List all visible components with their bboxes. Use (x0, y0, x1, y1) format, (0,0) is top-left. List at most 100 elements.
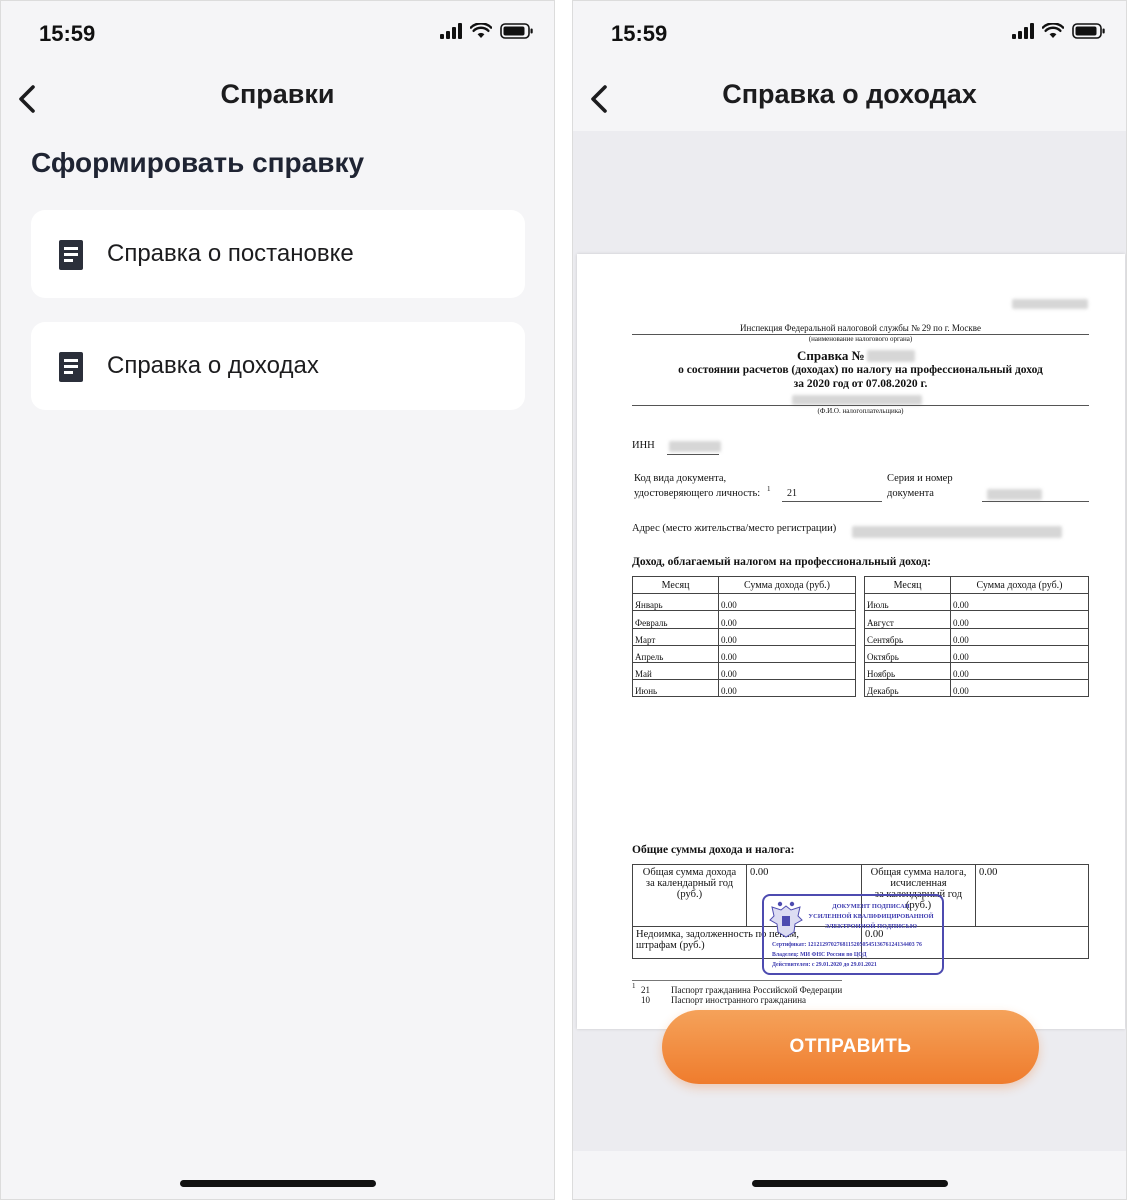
address-label: Адрес (место жительства/место регистраци… (632, 523, 837, 534)
total-income-label: за календарный год (645, 878, 734, 889)
month-cell: Декабрь (864, 679, 951, 698)
series-label: документа (887, 488, 934, 499)
income-certificate-screen: 15:59 Справка о доходах Инспекция Федера… (572, 0, 1127, 1200)
month-cell: Ноябрь (864, 661, 951, 681)
digital-signature-stamp: ДОКУМЕНТ ПОДПИСАН УСИЛЕННОЙ КВАЛИФИЦИРОВ… (762, 894, 944, 975)
value-cell: 0.00 (950, 593, 1089, 612)
total-tax-label: исчисленная (890, 878, 947, 889)
coat-of-arms-icon (769, 901, 803, 938)
list-item-registration-certificate[interactable]: Справка о постановке (31, 210, 525, 298)
document-icon (59, 352, 83, 382)
separator-line (632, 405, 1089, 406)
wifi-icon (1042, 23, 1064, 38)
stamp-validity: Действителен: с 29.01.2020 до 29.01.2021 (772, 962, 877, 968)
month-cell: Январь (632, 593, 719, 612)
stamp-title: ДОКУМЕНТ ПОДПИСАН (832, 903, 910, 910)
page-title: Справки (220, 79, 335, 109)
month-cell: Февраль (632, 610, 719, 629)
stamp-certificate: Сертификат: 1212129702768115205054513676… (772, 942, 922, 948)
list-item-income-certificate[interactable]: Справка о доходах (31, 322, 525, 410)
month-cell: Сентябрь (864, 627, 951, 646)
value-cell: 0.00 (718, 661, 856, 681)
send-button[interactable]: ОТПРАВИТЬ (662, 1010, 1039, 1084)
stamp-owner: Владелец: МИ ФНС России по ЦОД (772, 952, 867, 958)
status-time: 15:59 (611, 21, 668, 46)
total-tax-value: 0.00 (975, 864, 1089, 927)
home-indicator[interactable] (179, 1180, 376, 1187)
column-header: Месяц (864, 575, 951, 595)
doc-code-value: 21 (787, 488, 797, 499)
value-cell: 0.00 (950, 610, 1089, 629)
column-header: Сумма дохода (руб.) (718, 575, 856, 595)
table-row: Декабрь 0.00 (864, 679, 1089, 698)
page-title: Справка о доходах (722, 79, 977, 109)
value-cell: 0.00 (950, 627, 1089, 646)
document-icon (59, 240, 83, 270)
value-cell: 0.00 (718, 627, 856, 646)
certificate-number-label: Справка № (797, 348, 865, 363)
table-row: Июль 0.00 (864, 593, 1089, 612)
status-time: 15:59 (39, 21, 96, 46)
stamp-title: УСИЛЕННОЙ КВАЛИФИЦИРОВАННОЙ (808, 913, 934, 920)
footnote-mark: 1 (767, 485, 771, 493)
inspection-caption: (наименование налогового органа) (808, 335, 913, 343)
footnote-separator (632, 980, 842, 981)
redacted-field (792, 395, 922, 405)
stamp-title: ЭЛЕКТРОННОЙ ПОДПИСЬЮ (824, 923, 918, 930)
list-item-label: Справка о постановке (107, 240, 354, 267)
value-cell: 0.00 (950, 661, 1089, 681)
income-table-left: Месяц Сумма дохода (руб.) Январь 0.00 Февр… (632, 575, 856, 698)
column-header: Сумма дохода (руб.) (950, 575, 1089, 595)
table-row: Февраль 0.00 (632, 610, 856, 629)
inn-label: ИНН (632, 440, 655, 451)
redacted-field (867, 350, 915, 362)
navigation-bar: Справки (1, 71, 554, 127)
separator-line (782, 501, 882, 502)
month-cell: Октябрь (864, 644, 951, 663)
table-row: Август 0.00 (864, 610, 1089, 629)
income-certificate-document: Инспекция Федеральной налоговой службы №… (577, 254, 1125, 1029)
total-income-label: Общая сумма дохода (642, 867, 737, 878)
table-row: Ноябрь 0.00 (864, 661, 1089, 681)
wifi-icon (470, 23, 492, 38)
inspection-name: Инспекция Федеральной налоговой службы №… (740, 323, 981, 333)
navigation-bar: Справка о доходах (573, 71, 1126, 127)
table-row: Апрель 0.00 (632, 644, 856, 663)
doc-code-label: удостоверяющего личность: (634, 488, 761, 499)
footnote-mark: 1 (632, 982, 636, 990)
table-row: Май 0.00 (632, 661, 856, 681)
month-cell: Март (632, 627, 719, 646)
value-cell: 0.00 (950, 679, 1089, 698)
series-label: Серия и номер (887, 473, 953, 484)
value-cell: 0.00 (718, 593, 856, 612)
table-row: Сентябрь 0.00 (864, 627, 1089, 646)
value-cell: 0.00 (950, 644, 1089, 663)
redacted-field (987, 489, 1042, 500)
document-viewer[interactable]: Инспекция Федеральной налоговой службы №… (573, 131, 1126, 1151)
footnote-text: Паспорт гражданина Российской Федерации (671, 985, 843, 995)
table-row: Март 0.00 (632, 627, 856, 646)
home-indicator[interactable] (751, 1180, 948, 1187)
footnote-code: 10 (641, 995, 650, 1005)
column-header: Месяц (632, 575, 719, 595)
status-bar: 15:59 (1, 1, 554, 65)
battery-icon (1072, 23, 1105, 39)
table-row: Июнь 0.00 (632, 679, 856, 698)
battery-icon (500, 23, 533, 39)
income-section-heading: Доход, облагаемый налогом на профессиона… (632, 556, 931, 568)
table-row: Октябрь 0.00 (864, 644, 1089, 663)
income-table-right: Месяц Сумма дохода (руб.) Июль 0.00 Август… (864, 575, 1089, 698)
month-cell: Апрель (632, 644, 719, 663)
value-cell: 0.00 (718, 610, 856, 629)
certificate-subject: о состоянии расчетов (доходах) по налогу… (678, 364, 1043, 376)
total-tax-label: Общая сумма налога, (870, 867, 967, 878)
month-cell: Май (632, 661, 719, 681)
doc-code-label: Код вида документа, (634, 473, 727, 484)
certificate-period: за 2020 год от 07.08.2020 г. (793, 378, 928, 390)
fio-caption: (Ф.И.О. налогоплательщика) (817, 407, 904, 415)
table-row: Январь 0.00 (632, 593, 856, 612)
certificates-screen: 15:59 Справки Сформировать справку Справ… (0, 0, 555, 1200)
redacted-field (1012, 299, 1088, 309)
redacted-field (852, 526, 1062, 538)
footnote-text: Паспорт иностранного гражданина (671, 995, 807, 1005)
